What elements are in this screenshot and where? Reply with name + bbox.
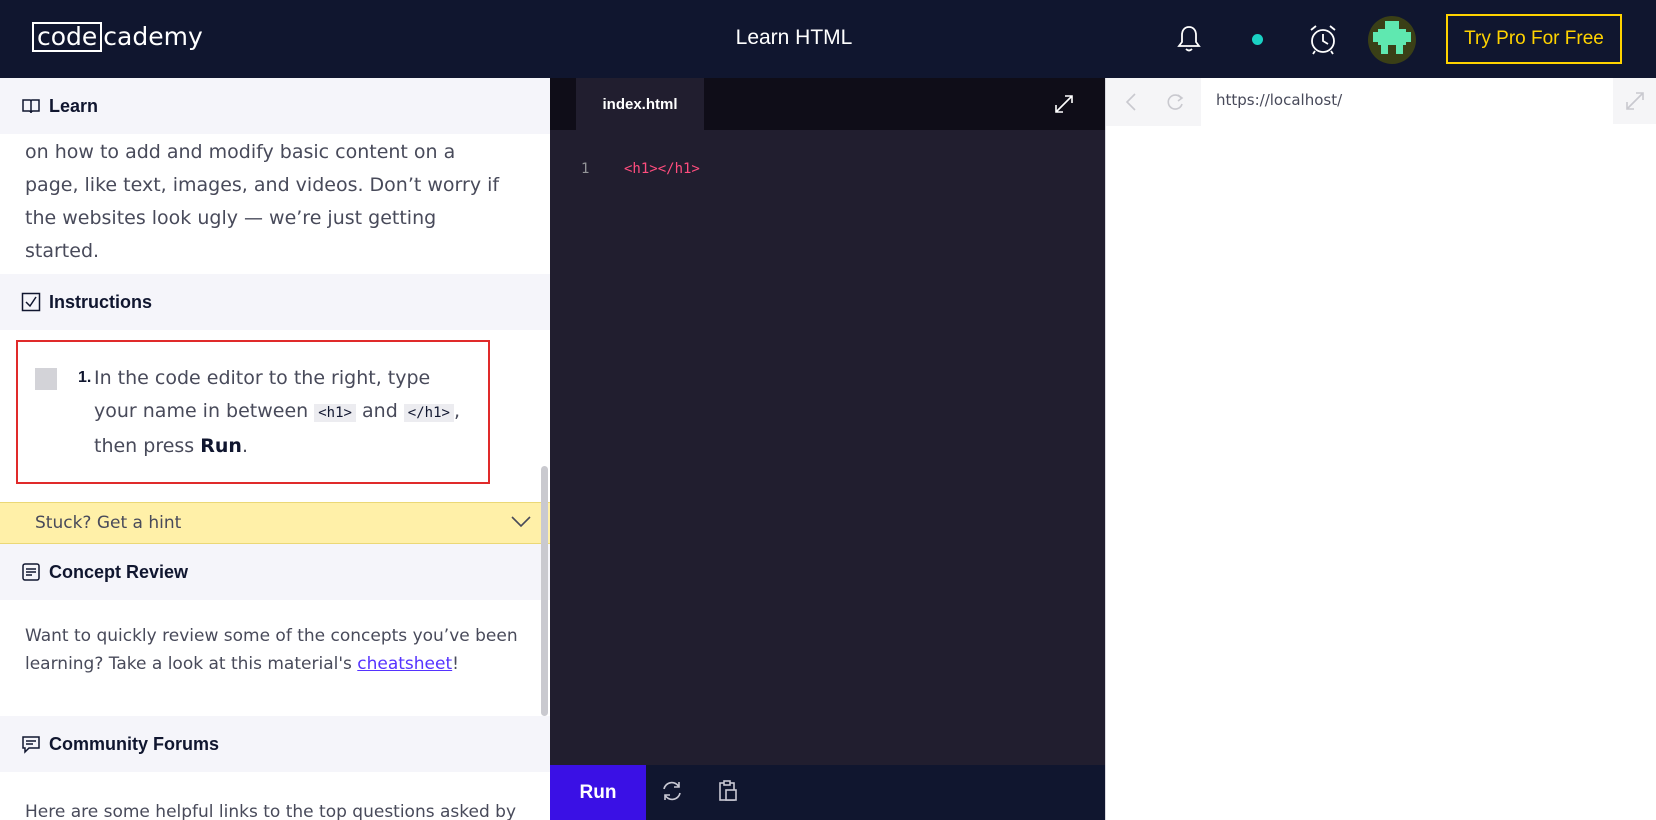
community-forums-header: Community Forums bbox=[0, 716, 550, 772]
bell-icon[interactable] bbox=[1176, 24, 1202, 59]
learn-text: on how to add and modify basic content o… bbox=[25, 141, 500, 262]
chevron-down-icon bbox=[511, 516, 531, 528]
alarm-clock-icon[interactable] bbox=[1308, 24, 1338, 61]
concept-review-header: Concept Review bbox=[0, 544, 550, 600]
concept-review-heading: Concept Review bbox=[49, 561, 189, 582]
expand-editor-button[interactable] bbox=[1048, 88, 1080, 120]
instructions-heading: Instructions bbox=[49, 291, 153, 312]
avatar[interactable] bbox=[1368, 16, 1416, 64]
expand-browser-button[interactable] bbox=[1613, 78, 1656, 124]
hint-label: Stuck? Get a hint bbox=[35, 513, 182, 533]
code-line[interactable]: <h1></h1> bbox=[624, 161, 700, 177]
refresh-icon[interactable] bbox=[1164, 92, 1186, 112]
back-arrow-icon[interactable] bbox=[1124, 92, 1138, 112]
status-dot bbox=[1252, 34, 1263, 45]
browser-preview: https://localhost/ bbox=[1105, 78, 1656, 820]
task-number: 1. bbox=[78, 369, 92, 386]
task-checkbox[interactable] bbox=[35, 368, 57, 390]
cheatsheet-link[interactable]: cheatsheet bbox=[357, 654, 452, 674]
instructions-section-header: Instructions bbox=[0, 274, 550, 330]
reset-icon[interactable] bbox=[660, 779, 684, 808]
editor-bottom-bar: Run bbox=[550, 765, 1105, 820]
run-button[interactable]: Run bbox=[550, 765, 646, 820]
document-icon bbox=[22, 563, 40, 581]
try-pro-button[interactable]: Try Pro For Free bbox=[1446, 14, 1622, 64]
forums-text: Here are some helpful links to the top q… bbox=[25, 802, 517, 820]
browser-nav-buttons bbox=[1106, 78, 1201, 126]
line-number: 1 bbox=[581, 161, 590, 177]
code-editor: index.html 1 <h1></h1> Run bbox=[550, 78, 1105, 820]
top-navigation-bar: code cademy Learn HTML Try Pro For Free bbox=[0, 0, 1656, 78]
course-title: Learn HTML bbox=[735, 26, 853, 49]
instruction-task-box: 1. In the code editor to the right, type… bbox=[16, 340, 490, 484]
file-tab-index-html[interactable]: index.html bbox=[576, 78, 704, 130]
learn-heading: Learn bbox=[49, 95, 99, 116]
get-hint-toggle[interactable]: Stuck? Get a hint bbox=[0, 502, 550, 544]
community-forums-heading: Community Forums bbox=[49, 733, 220, 754]
checkbox-icon bbox=[21, 292, 41, 312]
clipboard-icon[interactable] bbox=[716, 779, 740, 808]
expand-icon bbox=[1055, 95, 1073, 113]
chat-icon bbox=[22, 736, 40, 754]
task-text: In the code editor to the right, type yo… bbox=[94, 367, 460, 457]
learn-section-header: Learn bbox=[0, 78, 550, 134]
lesson-scrollbar[interactable] bbox=[541, 466, 548, 716]
browser-url[interactable]: https://localhost/ bbox=[1216, 91, 1342, 109]
editor-tab-bar: index.html bbox=[550, 78, 1105, 130]
book-icon bbox=[22, 99, 40, 114]
lesson-panel: Learn on how to add and modify basic con… bbox=[0, 78, 550, 820]
code-h1-close: </h1> bbox=[403, 404, 454, 422]
code-h1-open: <h1> bbox=[314, 404, 356, 422]
concept-review-text: Want to quickly review some of the conce… bbox=[25, 626, 518, 674]
expand-icon bbox=[1626, 92, 1644, 110]
